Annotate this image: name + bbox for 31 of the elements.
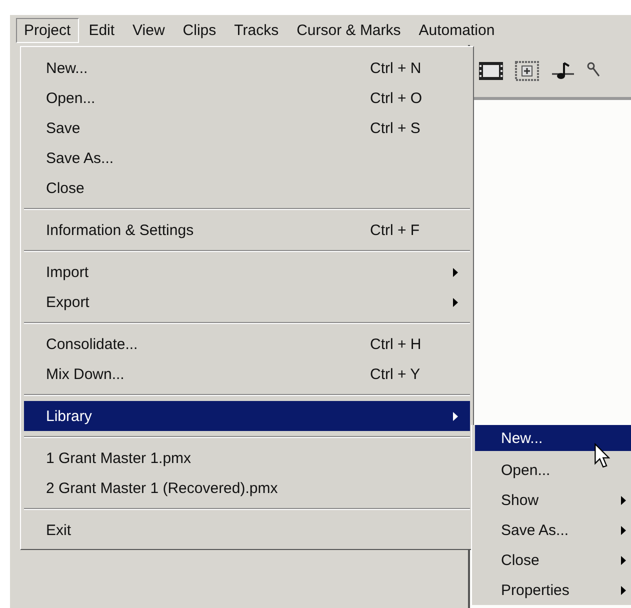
menu-item[interactable]: Save As...: [24, 143, 470, 173]
mouse-pointer-icon: [594, 443, 610, 468]
menu-bar-item[interactable]: Edit: [80, 18, 123, 42]
menu-bar-item[interactable]: Automation: [410, 18, 503, 42]
music-note-icon[interactable]: [550, 60, 576, 82]
menu-bar-item[interactable]: Project: [16, 18, 79, 42]
menu-item[interactable]: Show: [475, 485, 631, 515]
menu-item[interactable]: Save As...: [475, 515, 631, 545]
menu-item[interactable]: Export: [24, 287, 470, 317]
menu-bar-item[interactable]: Tracks: [226, 18, 287, 42]
menu-item[interactable]: Consolidate... Ctrl + H: [24, 329, 470, 359]
menu-item[interactable]: Import: [24, 257, 470, 287]
menu-item[interactable]: Information & Settings Ctrl + F: [24, 215, 470, 245]
menu-item[interactable]: Close: [24, 173, 470, 203]
film-strip-icon[interactable]: [478, 60, 504, 82]
menu-item[interactable]: Open...: [475, 455, 631, 485]
menu-item[interactable]: Open... Ctrl + O: [24, 83, 470, 113]
menu-item[interactable]: Mix Down... Ctrl + Y: [24, 359, 470, 389]
menu-bar-item[interactable]: Cursor & Marks: [288, 18, 409, 42]
menu-item[interactable]: Properties: [475, 575, 631, 605]
menu-item[interactable]: New...: [475, 425, 631, 451]
menu-item[interactable]: Close: [475, 545, 631, 575]
menu-item[interactable]: Exit: [24, 515, 470, 545]
menu-item[interactable]: Save Ctrl + S: [24, 113, 470, 143]
framed-plus-icon[interactable]: [514, 60, 540, 82]
menu-bar-item[interactable]: View: [124, 18, 173, 42]
menu-item[interactable]: 2 Grant Master 1 (Recovered).pmx: [24, 473, 470, 503]
menu-bar-item[interactable]: Clips: [174, 18, 224, 42]
menu-item[interactable]: Library: [24, 401, 470, 431]
menu-item[interactable]: 1 Grant Master 1.pmx: [24, 443, 470, 473]
menu-item[interactable]: New... Ctrl + N: [24, 53, 470, 83]
